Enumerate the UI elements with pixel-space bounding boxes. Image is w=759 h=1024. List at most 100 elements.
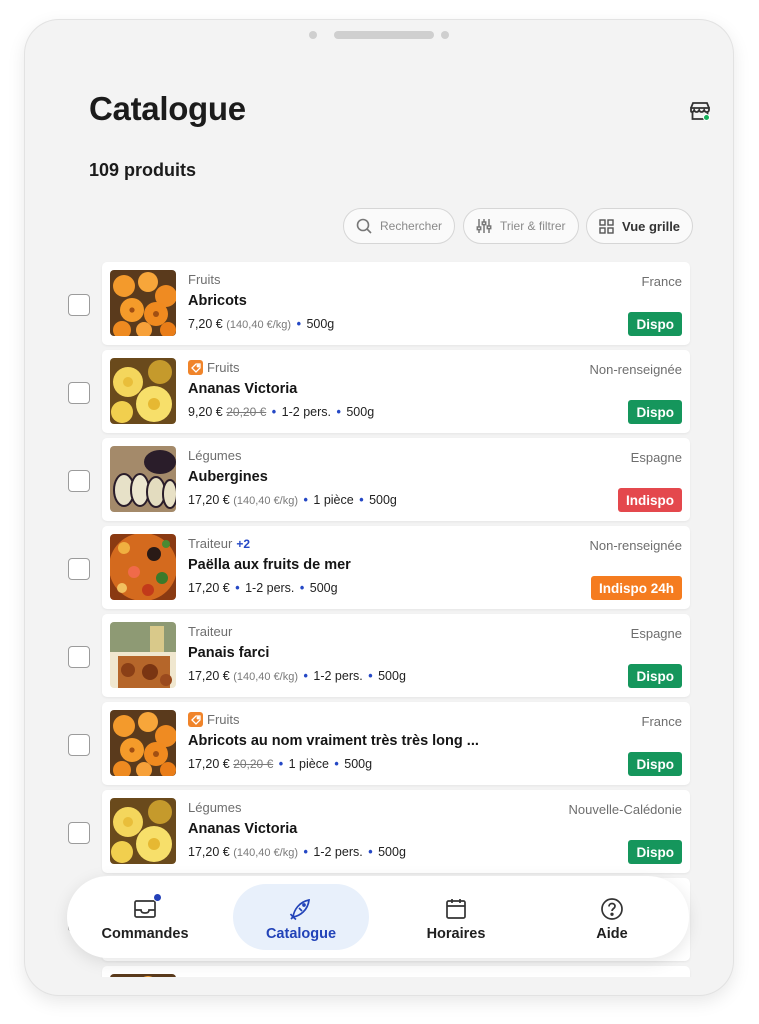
weight: 500g [306,317,335,331]
portion: 1-2 pers. [281,405,331,419]
unit-price: (140,40 €/kg) [233,495,299,507]
product-card[interactable]: Légumes Ananas Victoria 17,20 € (140,40 €/… [102,790,690,873]
price: 17,20 € [188,757,230,771]
product-thumbnail [110,534,176,600]
product-row: Bonnes affairesNon-renseignée [47,966,711,977]
category-label: Fruits [207,360,240,375]
row-checkbox[interactable] [68,294,90,316]
inbox-icon [132,893,162,922]
product-category: Traiteur +2 [188,536,250,551]
row-checkbox[interactable] [68,470,90,492]
product-origin: France [641,274,682,289]
price: 17,20 € [188,493,230,507]
store-icon[interactable] [687,98,711,124]
nav-label-catalogue: Catalogue [265,926,337,942]
promo-tag-icon [188,712,203,727]
product-name: Abricots [188,293,247,309]
filter-sliders-icon [476,219,492,233]
status-badge: Indispo 24h [590,576,682,600]
product-origin: Espagne [630,450,682,465]
search-label: Rechercher [380,219,443,233]
product-category: Traiteur [188,624,232,639]
product-row: Traiteur +2 Paëlla aux fruits de mer 17,20 … [47,526,711,609]
promo-tag-icon [188,360,203,375]
product-name: Aubergines [188,469,268,485]
app-screen: Catalogue 109 produits Rechercher Trier … [47,42,711,977]
status-badge: Indispo [618,488,682,512]
category-label: Traiteur [188,536,233,551]
product-row: Traiteur Panais farci 17,20 € (140,40 €/kg… [47,614,711,697]
sort-filter-button[interactable]: Trier & filtrer [463,208,579,244]
price: 17,20 € [188,669,230,683]
row-checkbox[interactable] [68,382,90,404]
price: 17,20 € [188,581,230,595]
nav-label-help: Aide [596,926,628,942]
unit-price: (140,40 €/kg) [226,319,292,331]
row-checkbox[interactable] [68,558,90,580]
category-label: Traiteur [188,624,233,639]
weight: 500g [378,669,406,683]
product-thumbnail [110,798,176,864]
row-checkbox[interactable] [68,822,90,844]
product-card[interactable]: Bonnes affairesNon-renseignée [102,966,690,977]
row-checkbox[interactable] [68,646,90,668]
weight: 500g [346,405,375,419]
weight: 500g [344,757,373,771]
weight: 500g [309,581,338,595]
category-label: Légumes [188,800,242,815]
category-label: Légumes [188,448,242,463]
product-thumbnail [110,446,176,512]
status-badge: Dispo [628,400,682,424]
product-card[interactable]: Traiteur +2 Paëlla aux fruits de mer 17,20 … [102,526,690,609]
product-meta: 17,20 € • 1-2 pers. • 500g [188,581,338,595]
unit-price: (140,40 €/kg) [233,671,299,683]
product-category: Fruits [188,360,240,375]
portion: 1 pièce [313,493,354,507]
product-thumbnail [110,270,176,336]
product-category: Bonnes affaires [188,976,278,977]
product-card[interactable]: Traiteur Panais farci 17,20 € (140,40 €/kg… [102,614,690,697]
price: 7,20 € [188,317,223,331]
help-icon [599,896,625,922]
product-card[interactable]: Fruits Abricots au nom vraiment très très… [102,702,690,785]
product-card[interactable]: Fruits Abricots 7,20 € (140,40 €/kg) • 500… [102,262,690,345]
bottom-navigation: Commandes Catalogue Horaires Aide [67,876,689,958]
product-name: Panais farci [188,645,270,661]
product-count: 109 produits [89,160,197,180]
camera-bar [309,30,449,40]
fish-icon [288,896,314,922]
category-label: Fruits [207,712,240,727]
orders-notification-dot [153,893,162,902]
nav-item-schedule[interactable]: Horaires [388,884,524,950]
old-price: 20,20 € [226,405,267,419]
product-category: Légumes [188,800,241,815]
category-label: Fruits [188,272,221,287]
product-thumbnail [110,358,176,424]
grid-icon [599,218,614,234]
status-badge: Dispo [628,312,682,336]
product-row: Légumes Aubergines 17,20 € (140,40 €/kg) •… [47,438,711,521]
product-meta: 17,20 € 20,20 € • 1 pièce • 500g [188,757,373,771]
product-category: Fruits [188,272,221,287]
product-name: Paëlla aux fruits de mer [188,557,351,573]
price: 17,20 € [188,845,230,859]
product-card[interactable]: Légumes Aubergines 17,20 € (140,40 €/kg) •… [102,438,690,521]
nav-item-catalogue[interactable]: Catalogue [233,884,369,950]
product-meta: 17,20 € (140,40 €/kg) • 1-2 pers. • 500g [188,845,406,859]
nav-item-orders[interactable]: Commandes [77,884,213,950]
product-card[interactable]: Fruits Ananas Victoria 9,20 € 20,20 € • 1-… [102,350,690,433]
product-origin: Nouvelle-Calédonie [568,802,682,817]
product-category: Fruits [188,712,240,727]
grid-view-button[interactable]: Vue grille [586,208,694,244]
product-row: Légumes Ananas Victoria 17,20 € (140,40 €/… [47,790,711,873]
search-button[interactable]: Rechercher [343,208,456,244]
product-origin: France [641,714,682,729]
product-origin: Espagne [630,626,682,641]
calendar-icon [443,896,469,922]
row-checkbox[interactable] [68,734,90,756]
nav-item-help[interactable]: Aide [544,884,680,950]
product-thumbnail [110,974,176,977]
extra-categories-count[interactable]: +2 [236,537,250,551]
portion: 1-2 pers. [313,669,363,683]
portion: 1-2 pers. [313,845,363,859]
